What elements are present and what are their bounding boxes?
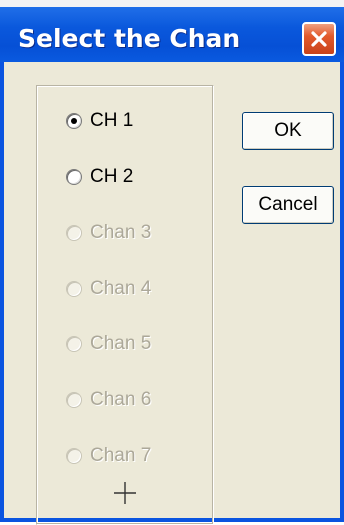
radio-label: Chan 6 (90, 389, 152, 410)
radio-button-disabled (66, 225, 82, 241)
radio-label: CH 1 (90, 110, 134, 131)
dialog-window: Select the Chan CH 1 CH 2 Chan 3 Chan 4 … (0, 0, 344, 525)
radio-chan7: Chan 7 (66, 443, 151, 469)
window-title: Select the Chan (18, 24, 241, 53)
dialog-client-area: CH 1 CH 2 Chan 3 Chan 4 Chan 5 Chan 6 Ch… (4, 62, 340, 525)
radio-button-disabled (66, 448, 82, 464)
radio-button-disabled (66, 281, 82, 297)
radio-label: Chan 4 (90, 278, 152, 299)
radio-button-checked[interactable] (66, 113, 82, 129)
radio-chan3: Chan 3 (66, 220, 151, 246)
radio-label: Chan 3 (90, 222, 152, 243)
radio-chan5: Chan 5 (66, 331, 151, 357)
cancel-button[interactable]: Cancel (242, 186, 334, 224)
radio-ch1[interactable]: CH 1 (66, 108, 133, 134)
radio-chan6: Chan 6 (66, 387, 151, 413)
radio-label: CH 2 (90, 166, 134, 187)
title-bar[interactable]: Select the Chan (0, 0, 344, 62)
radio-ch2[interactable]: CH 2 (66, 164, 133, 190)
radio-label: Chan 5 (90, 333, 152, 354)
radio-button-disabled (66, 392, 82, 408)
close-button[interactable] (302, 22, 336, 56)
title-bar-top-edge (0, 0, 344, 7)
ok-button[interactable]: OK (242, 112, 334, 150)
crosshair-cursor-icon (114, 482, 136, 504)
radio-button[interactable] (66, 169, 82, 185)
radio-button-disabled (66, 336, 82, 352)
radio-label: Chan 7 (90, 445, 152, 466)
radio-chan4: Chan 4 (66, 276, 151, 302)
close-icon (311, 31, 327, 47)
